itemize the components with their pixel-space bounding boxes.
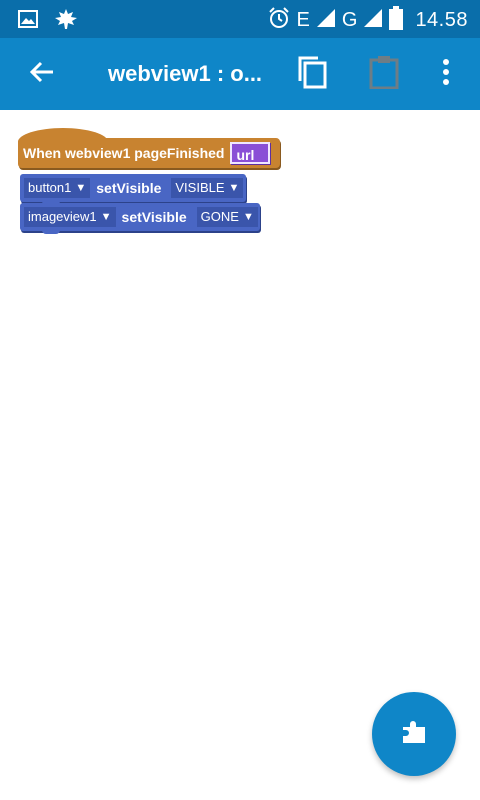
network-type-1: E	[296, 9, 310, 31]
value-dropdown[interactable]: VISIBLE ▼	[171, 178, 244, 198]
component-label: imageview1	[28, 209, 97, 224]
more-options-button[interactable]	[428, 52, 464, 96]
copy-icon	[296, 55, 328, 94]
add-block-fab[interactable]	[372, 692, 456, 776]
value-label: VISIBLE	[175, 180, 225, 195]
image-icon	[18, 9, 38, 34]
method-label: setVisible	[96, 180, 162, 196]
dropdown-arrow-icon: ▼	[242, 211, 254, 223]
dropdown-arrow-icon: ▼	[75, 182, 87, 194]
component-dropdown[interactable]: button1 ▼	[24, 178, 91, 198]
paste-button[interactable]	[362, 52, 406, 96]
statement-block-imageview1[interactable]: imageview1 ▼ setVisible GONE ▼	[20, 203, 260, 231]
event-block-body[interactable]: When webview1 pageFinished url	[18, 138, 280, 168]
copy-button[interactable]	[290, 52, 334, 96]
app-bar: webview1 : o...	[0, 38, 480, 110]
page-title: webview1 : o...	[108, 61, 263, 86]
paste-icon	[369, 55, 399, 94]
status-bar: E G 14.58	[0, 0, 480, 38]
event-label: When webview1 pageFinished	[23, 145, 225, 161]
component-dropdown[interactable]: imageview1 ▼	[24, 207, 116, 227]
block-connector	[42, 228, 60, 234]
value-label: GONE	[200, 209, 239, 224]
status-time: 14.58	[415, 9, 468, 31]
dropdown-arrow-icon: ▼	[100, 211, 112, 223]
url-parameter[interactable]: url	[230, 142, 271, 164]
battery-icon	[389, 6, 404, 35]
leaf-icon	[54, 8, 78, 35]
back-button[interactable]	[20, 52, 64, 96]
puzzle-icon	[399, 717, 429, 752]
component-label: button1	[28, 180, 72, 195]
network-type-2: G	[341, 9, 358, 31]
signal-icon-2	[363, 8, 383, 33]
back-arrow-icon	[29, 59, 55, 90]
alarm-icon	[267, 6, 291, 35]
statement-block-button1[interactable]: button1 ▼ setVisible VISIBLE ▼	[20, 174, 246, 202]
method-label: setVisible	[121, 209, 187, 225]
dropdown-arrow-icon: ▼	[228, 182, 240, 194]
value-dropdown[interactable]: GONE ▼	[196, 207, 258, 227]
more-vert-icon	[442, 58, 450, 91]
signal-icon	[316, 8, 336, 33]
